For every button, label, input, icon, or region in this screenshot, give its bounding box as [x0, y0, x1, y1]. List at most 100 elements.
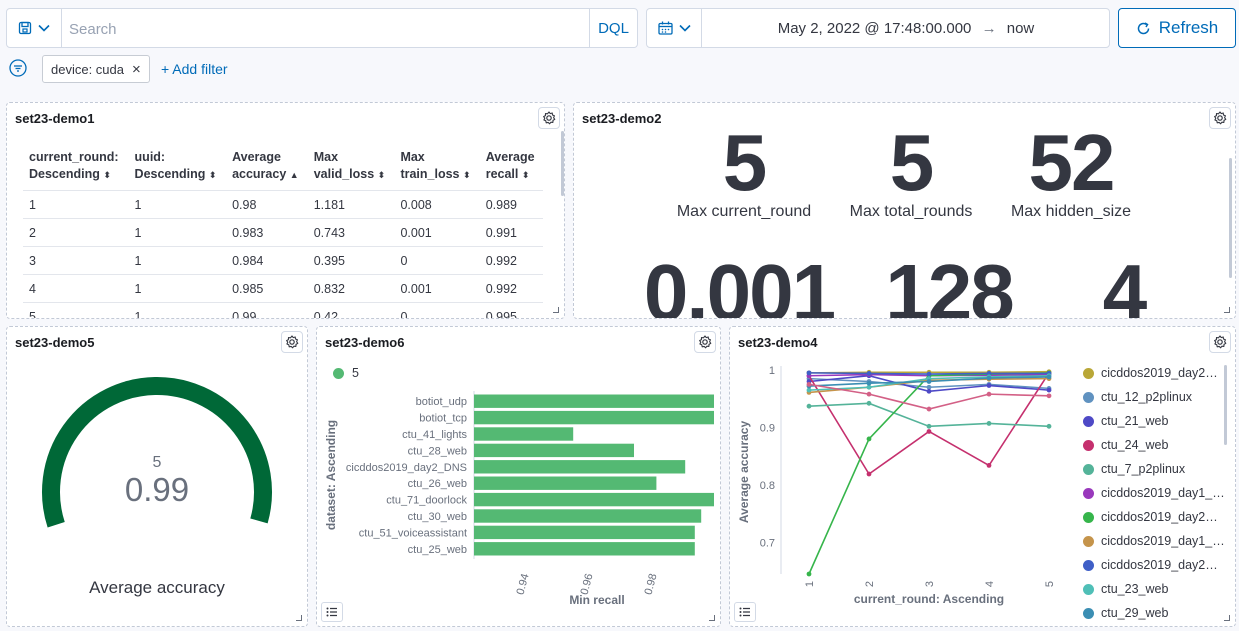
data-point[interactable] — [1046, 374, 1052, 380]
bar[interactable] — [474, 410, 714, 425]
legend-item[interactable]: ctu_29_web — [1083, 606, 1168, 620]
sort-icon[interactable]: ⬍ — [463, 170, 471, 180]
saved-query-button[interactable] — [7, 9, 62, 47]
data-point[interactable] — [806, 381, 812, 387]
metric-label: Max hidden_size — [1010, 203, 1132, 220]
column-header[interactable]: Average recall ⬍ — [480, 149, 543, 191]
resize-handle[interactable] — [553, 307, 559, 313]
sort-icon[interactable]: ▲ — [290, 170, 299, 180]
data-point[interactable] — [866, 400, 872, 406]
legend-item[interactable]: ctu_23_web — [1083, 582, 1168, 596]
bar[interactable] — [474, 394, 714, 408]
resize-handle[interactable] — [1224, 615, 1230, 621]
data-point[interactable] — [926, 406, 932, 412]
query-language-button[interactable]: DQL — [589, 9, 637, 47]
panel-title: set23-demo1 — [15, 111, 95, 126]
add-filter-button[interactable]: + Add filter — [161, 61, 228, 77]
legend-toggle-button[interactable] — [734, 602, 756, 622]
legend-item[interactable]: cicddos2019_day2… — [1083, 510, 1218, 524]
filter-label: device: cuda — [51, 61, 124, 77]
refresh-button[interactable]: Refresh — [1118, 8, 1236, 48]
data-point[interactable] — [1046, 423, 1052, 429]
data-point[interactable] — [806, 403, 812, 409]
data-point[interactable] — [986, 375, 992, 381]
metrics-scrollbar[interactable] — [1229, 158, 1232, 278]
search-input[interactable]: Search — [69, 21, 117, 38]
category-label: ctu_51_voiceassistant — [359, 527, 467, 539]
column-header[interactable]: Average accuracy ▲ — [226, 149, 308, 191]
data-point[interactable] — [926, 429, 932, 434]
category-label: ctu_26_web — [408, 478, 467, 490]
data-point[interactable] — [866, 436, 872, 442]
panel-options-button[interactable] — [538, 107, 560, 129]
sort-icon[interactable]: ⬍ — [209, 170, 217, 180]
resize-handle[interactable] — [1224, 307, 1230, 313]
data-point[interactable] — [926, 371, 932, 377]
panel-title: set23-demo2 — [582, 111, 662, 126]
legend-toggle-button[interactable] — [321, 602, 343, 622]
legend-scrollbar[interactable] — [1224, 365, 1227, 445]
legend-item[interactable]: ctu_24_web — [1083, 438, 1168, 452]
date-end[interactable]: now — [1007, 20, 1035, 37]
y-axis-title: Average accuracy — [737, 421, 751, 524]
data-point[interactable] — [926, 379, 932, 384]
data-point[interactable] — [806, 370, 812, 376]
sort-icon[interactable]: ⬍ — [378, 170, 386, 180]
bar[interactable] — [474, 427, 574, 441]
bar[interactable] — [474, 476, 657, 490]
bar[interactable] — [474, 492, 714, 507]
column-header[interactable]: current_round: Descending ⬍ — [23, 149, 129, 191]
data-point[interactable] — [926, 388, 932, 394]
data-point[interactable] — [866, 471, 872, 477]
column-header[interactable]: Max train_loss ⬍ — [394, 149, 479, 191]
panel-options-button[interactable] — [1209, 107, 1231, 129]
data-point[interactable] — [926, 423, 932, 429]
bar[interactable] — [474, 542, 695, 556]
bar[interactable] — [474, 460, 686, 474]
data-point[interactable] — [986, 391, 992, 397]
data-point[interactable] — [986, 462, 992, 468]
data-point[interactable] — [866, 380, 872, 386]
sort-icon[interactable]: ⬍ — [522, 170, 530, 180]
panel-options-button[interactable] — [1209, 331, 1231, 353]
data-point[interactable] — [866, 391, 872, 397]
table-row: 5 1 0.99 0.42 0 0.995 — [23, 302, 543, 318]
legend-item[interactable]: ctu_7_p2plinux — [1083, 462, 1185, 476]
resize-handle[interactable] — [709, 615, 715, 621]
bar[interactable] — [474, 443, 634, 458]
table-cell: 1.181 — [307, 190, 395, 219]
bar[interactable] — [474, 525, 695, 540]
bar[interactable] — [474, 509, 702, 523]
data-point[interactable] — [866, 371, 872, 376]
filter-menu-icon[interactable] — [9, 59, 27, 77]
date-start[interactable]: May 2, 2022 @ 17:48:00.000 — [778, 20, 972, 37]
data-point[interactable] — [1046, 387, 1052, 393]
legend-swatch — [1083, 511, 1094, 523]
legend-item[interactable]: cicddos2019_day1_… — [1083, 534, 1225, 548]
series-line[interactable] — [808, 372, 1050, 575]
date-range[interactable]: May 2, 2022 @ 17:48:00.000 → now — [703, 20, 1109, 37]
metric-value: 5 — [722, 118, 768, 207]
filter-pill[interactable]: device: cuda × — [42, 55, 150, 83]
data-point[interactable] — [806, 571, 812, 577]
table-row: 3 1 0.984 0.395 0 0.992 — [23, 246, 543, 275]
category-label: ctu_30_web — [408, 511, 467, 523]
close-icon[interactable]: × — [132, 61, 141, 78]
legend-item[interactable]: cicddos2019_day2… — [1083, 366, 1218, 380]
table-cell: 5 — [23, 302, 129, 318]
arrow-right-icon: → — [981, 20, 997, 37]
sort-icon[interactable]: ⬍ — [103, 170, 111, 180]
data-point[interactable] — [986, 383, 992, 388]
legend-item[interactable]: cicddos2019_day2… — [1083, 558, 1218, 572]
data-point[interactable] — [1046, 393, 1052, 399]
gear-icon — [1214, 335, 1227, 349]
table-scrollbar[interactable] — [561, 131, 564, 196]
quick-date-button[interactable] — [647, 9, 702, 47]
legend-item[interactable]: ctu_21_web — [1083, 414, 1168, 428]
legend-item[interactable]: ctu_12_p2plinux — [1083, 390, 1192, 404]
column-header[interactable]: uuid: Descending ⬍ — [129, 149, 227, 191]
column-header[interactable]: Max valid_loss ⬍ — [308, 149, 395, 191]
legend-item[interactable]: cicddos2019_day1_… — [1083, 486, 1225, 500]
data-point[interactable] — [986, 421, 992, 426]
resize-handle[interactable] — [296, 615, 302, 621]
